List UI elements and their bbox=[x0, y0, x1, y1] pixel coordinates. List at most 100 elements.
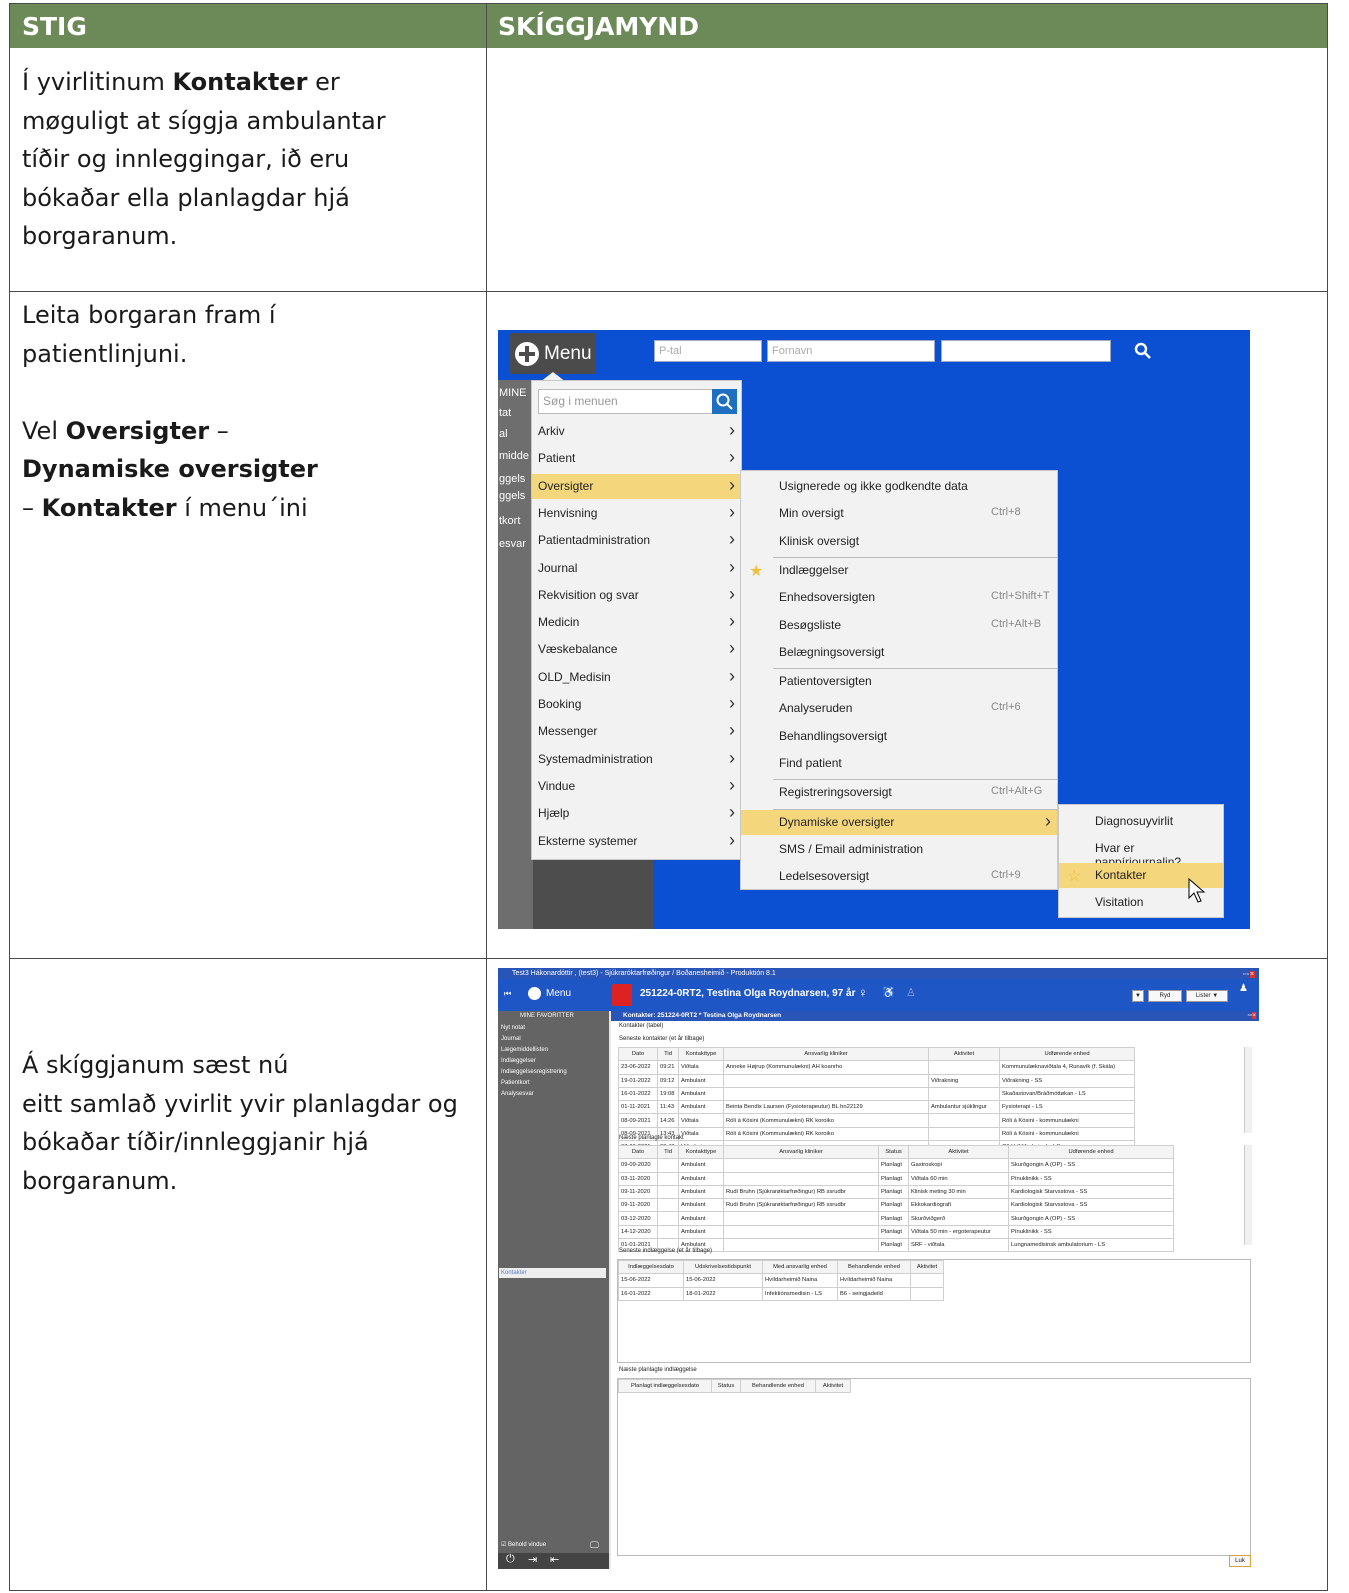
subsubmenu-item-diagnosuyvirlit[interactable]: Diagnosuyvirlit bbox=[1059, 809, 1223, 834]
column-header[interactable]: Planlagt indlæggelsesdato bbox=[618, 1378, 712, 1394]
column-header[interactable]: Aktivitet bbox=[908, 1144, 1009, 1160]
luk-button[interactable]: Luk bbox=[1229, 1555, 1251, 1567]
chevron-right-icon: › bbox=[729, 501, 735, 522]
menu-item-patient[interactable]: Patient › bbox=[532, 446, 741, 471]
logout-icon[interactable]: ⇥ bbox=[528, 1553, 537, 1566]
ptal-input[interactable]: P-tal bbox=[654, 340, 762, 362]
column-header[interactable]: Kontakttype bbox=[678, 1144, 724, 1160]
submenu-item-behandlingsoversigt[interactable]: Behandlingsoversigt bbox=[741, 724, 1057, 749]
scrollbar[interactable] bbox=[1244, 1047, 1252, 1133]
column-header[interactable]: Behandlende enhed bbox=[837, 1259, 911, 1275]
menu-item-vindue[interactable]: Vindue › bbox=[532, 774, 741, 799]
table-row[interactable]: 14-12-2020 Ambulant Planlagt Viðtala 50 min… bbox=[618, 1224, 1174, 1240]
column-header[interactable]: Indlæggelsesdato bbox=[618, 1259, 684, 1275]
column-header[interactable]: Behandlende enhed bbox=[740, 1378, 816, 1394]
column-header[interactable]: Dato bbox=[618, 1144, 658, 1160]
submenu-item-ledelsesoversigt[interactable]: Ledelsesoversigt Ctrl+9 bbox=[741, 864, 1057, 889]
favorite-analysesvar[interactable]: Analysesvar bbox=[501, 1091, 534, 1097]
menu-search-button[interactable] bbox=[712, 389, 737, 414]
menu-item-eksterne-systemer[interactable]: Eksterne systemer › bbox=[532, 829, 741, 854]
submenu-item-min-oversigt[interactable]: Min oversigt Ctrl+8 bbox=[741, 501, 1057, 526]
ryd-button[interactable]: Ryd bbox=[1148, 990, 1182, 1002]
lister-button[interactable]: Lister ▼ bbox=[1186, 990, 1228, 1002]
submenu-item-enhedsoversigten[interactable]: Enhedsoversigten Ctrl+Shift+T bbox=[741, 585, 1057, 610]
menu-item-oversigter[interactable]: Oversigter › bbox=[532, 473, 741, 499]
table-row[interactable]: 01-11-2021 11:43 Ambulant Beinta Bendix Lau… bbox=[618, 1100, 1135, 1115]
column-header[interactable]: Ansvarlig kliniker bbox=[723, 1144, 879, 1160]
favorite-kontakter[interactable]: Kontakter bbox=[499, 1268, 606, 1278]
menu-item-v-skebalance[interactable]: Væskebalance › bbox=[532, 637, 741, 662]
column-header[interactable]: Med.ansvarlig enhed bbox=[762, 1259, 838, 1275]
column-header[interactable]: Status bbox=[878, 1144, 909, 1160]
menu-item-old-medisin[interactable]: OLD_Medisin › bbox=[532, 665, 741, 690]
submenu-item-sms-email-administration[interactable]: SMS / Email administration bbox=[741, 837, 1057, 862]
column-header[interactable]: Aktivitet bbox=[815, 1378, 851, 1394]
submenu-item-usignerede-og-ikke-godkendte-data[interactable]: Usignerede og ikke godkendte data bbox=[741, 474, 1057, 499]
table-row[interactable]: 09-11-2020 Ambulant Rudi Bruhn (Sjúkrarøkt… bbox=[618, 1184, 1174, 1200]
submenu-item-klinisk-oversigt[interactable]: Klinisk oversigt bbox=[741, 529, 1057, 554]
table-row[interactable]: 08-09-2021 13:43 Viðtala Róli á Kósini (Kom… bbox=[618, 1126, 1135, 1142]
menu-button[interactable]: Menu bbox=[546, 988, 571, 999]
table-row[interactable]: 19-01-2022 09:12 Ambulant Viðrakning Viðrakn… bbox=[618, 1073, 1135, 1088]
table-row[interactable]: 09-11-2020 Ambulant Rudi Bruhn (Sjúkrarøkt… bbox=[618, 1198, 1174, 1213]
table-row[interactable]: 03-11-2020 Ambulant Planlagt Viðtala 60 min… bbox=[618, 1171, 1174, 1186]
submenu-item-find-patient[interactable]: Find patient bbox=[741, 751, 1057, 776]
power-icon[interactable]: ⏻ bbox=[506, 1553, 515, 1566]
dropdown-button[interactable]: ▼ bbox=[1132, 990, 1144, 1002]
menu-item-messenger[interactable]: Messenger › bbox=[532, 719, 741, 744]
monitor-icon[interactable]: 🖵 bbox=[590, 1540, 599, 1551]
column-header[interactable]: Udførende enhed bbox=[999, 1046, 1135, 1062]
table-row[interactable]: 16-01-2022 18-01-2022 Infektiónsmedisin - … bbox=[618, 1286, 944, 1301]
table-row[interactable]: 23-06-2022 09:21 Viðtala Anneke Højrup (Kom… bbox=[618, 1060, 1135, 1075]
column-header[interactable]: Aktivitet bbox=[910, 1259, 944, 1275]
subsubmenu-item-hvar-er-pappi-rjournalin[interactable]: Hvar er pappírjournalin? bbox=[1059, 836, 1223, 869]
submenu-item-registreringsoversigt[interactable]: Registreringsoversigt Ctrl+Alt+G bbox=[741, 780, 1057, 805]
column-header[interactable]: Udførende enhed bbox=[1008, 1144, 1174, 1160]
menu-item-systemadministration[interactable]: Systemadministration › bbox=[532, 747, 741, 772]
menu-item-medicin[interactable]: Medicin › bbox=[532, 610, 741, 635]
submenu-item-bel-gningsoversigt[interactable]: Belægningsoversigt bbox=[741, 640, 1057, 665]
submenu-item-dynamiske-oversigter[interactable]: Dynamiske oversigter › bbox=[741, 809, 1057, 835]
behold-vindue-checkbox[interactable]: ☑ Behold vindue bbox=[501, 1541, 546, 1548]
menu-item-henvisning[interactable]: Henvisning › bbox=[532, 501, 741, 526]
column-header[interactable]: Dato bbox=[618, 1046, 658, 1062]
menu-item-booking[interactable]: Booking › bbox=[532, 692, 741, 717]
panel-controls-icon[interactable]: ▫▫× bbox=[1248, 1011, 1256, 1021]
menu-button[interactable]: Menu bbox=[510, 333, 596, 374]
submenu-item-patientoversigten[interactable]: Patientoversigten bbox=[741, 669, 1057, 694]
user-icon[interactable]: ♟ bbox=[1239, 983, 1248, 994]
column-header[interactable]: Tid bbox=[657, 1144, 679, 1160]
fornavn-input[interactable]: Fornavn bbox=[767, 340, 935, 362]
favorite-l-gemiddellisten[interactable]: Lægemiddellisten bbox=[501, 1047, 548, 1053]
submenu-item-indl-ggelser[interactable]: Indlæggelser ★ bbox=[741, 558, 1057, 583]
table-row[interactable]: 15-06-2022 15-06-2022 Hvíldarheimið Naina H… bbox=[618, 1273, 944, 1288]
efternavn-input[interactable] bbox=[941, 340, 1111, 362]
column-header[interactable]: Ansvarlig kliniker bbox=[723, 1046, 929, 1062]
menu-item-hj-lp[interactable]: Hjælp › bbox=[532, 801, 741, 826]
collapse-icon[interactable]: ⏮ bbox=[504, 989, 511, 999]
column-header[interactable]: Aktivitet bbox=[928, 1046, 1000, 1062]
table-row[interactable]: 03-12-2020 Ambulant Planlagt Skurðviðgerð Sk… bbox=[618, 1211, 1174, 1226]
table-row[interactable]: 08-09-2021 14:26 Viðtala Róli á Kósini (Kom… bbox=[618, 1113, 1135, 1128]
submenu-item-bes-gsliste[interactable]: Besøgsliste Ctrl+Alt+B bbox=[741, 613, 1057, 638]
menu-item-arkiv[interactable]: Arkiv › bbox=[532, 419, 741, 444]
menu-item-rekvisition-og-svar[interactable]: Rekvisition og svar › bbox=[532, 583, 741, 608]
favorite-indl-ggelsesregistrering[interactable]: Indlæggelsesregistrering bbox=[501, 1069, 567, 1075]
search-icon[interactable] bbox=[1134, 342, 1152, 360]
menu-item-patientadministration[interactable]: Patientadministration › bbox=[532, 528, 741, 553]
column-header[interactable]: Tid bbox=[657, 1046, 679, 1062]
table-row[interactable]: 09-09-2020 Ambulant Planlagt Gastroskopi Sku… bbox=[618, 1158, 1174, 1173]
favorite-nyt-notat[interactable]: Nyt notat bbox=[501, 1025, 525, 1031]
menu-search-input[interactable]: Søg i menuen bbox=[538, 389, 713, 414]
lock-icon[interactable]: ⇤ bbox=[550, 1553, 559, 1566]
favorite-journal[interactable]: Journal bbox=[501, 1036, 521, 1042]
scrollbar[interactable] bbox=[1244, 1145, 1252, 1245]
column-header[interactable]: Status bbox=[711, 1378, 741, 1394]
submenu-item-analyseruden[interactable]: Analyseruden Ctrl+6 bbox=[741, 696, 1057, 721]
menu-item-journal[interactable]: Journal › bbox=[532, 556, 741, 581]
table-row[interactable]: 16-01-2022 19:08 Ambulant Skaðastovan/Bráðm… bbox=[618, 1086, 1135, 1102]
column-header[interactable]: Kontakttype bbox=[678, 1046, 724, 1062]
favorite-indl-ggelser[interactable]: Indlæggelser bbox=[501, 1058, 536, 1064]
column-header[interactable]: Udskrivelsestidspunkt bbox=[683, 1259, 763, 1275]
favorite-patientkort[interactable]: Patientkort bbox=[501, 1080, 530, 1086]
